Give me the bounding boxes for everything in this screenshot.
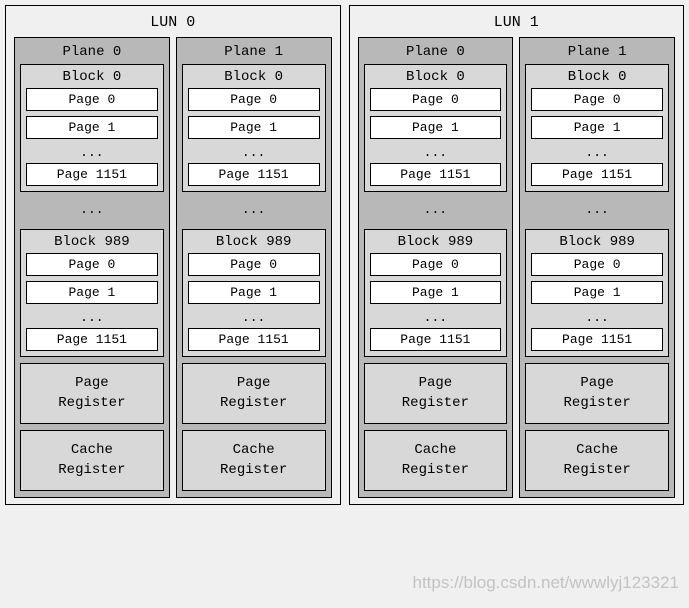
page-1: Page 1 — [26, 281, 158, 304]
block-0: Block 0 Page 0 Page 1 ... Page 1151 — [182, 64, 326, 192]
block-n: Block 989 Page 0 Page 1 ... Page 1151 — [525, 229, 669, 357]
page-1: Page 1 — [531, 281, 663, 304]
planes-row: Plane 0 Block 0 Page 0 Page 1 ... Page 1… — [14, 37, 332, 498]
plane-0: Plane 0 Block 0 Page 0 Page 1 ... Page 1… — [14, 37, 170, 498]
ellipsis: ... — [26, 144, 158, 163]
ellipsis: ... — [188, 144, 320, 163]
block-ellipsis: ... — [364, 192, 508, 229]
planes-row: Plane 0 Block 0 Page 0 Page 1 ... Page 1… — [358, 37, 676, 498]
ellipsis: ... — [26, 309, 158, 328]
page-n: Page 1151 — [370, 328, 502, 351]
block-title: Block 989 — [188, 233, 320, 253]
page-n: Page 1151 — [188, 163, 320, 186]
block-title: Block 989 — [531, 233, 663, 253]
block-title: Block 0 — [370, 68, 502, 88]
page-0: Page 0 — [188, 253, 320, 276]
block-n: Block 989 Page 0 Page 1 ... Page 1151 — [20, 229, 164, 357]
page-1: Page 1 — [188, 116, 320, 139]
block-ellipsis: ... — [20, 192, 164, 229]
page-0: Page 0 — [370, 88, 502, 111]
block-title: Block 0 — [531, 68, 663, 88]
lun-0: LUN 0 Plane 0 Block 0 Page 0 Page 1 ... … — [5, 5, 341, 505]
block-title: Block 0 — [26, 68, 158, 88]
plane-0: Plane 0 Block 0 Page 0 Page 1 ... Page 1… — [358, 37, 514, 498]
page-n: Page 1151 — [26, 328, 158, 351]
block-0: Block 0 Page 0 Page 1 ... Page 1151 — [525, 64, 669, 192]
page-register: PageRegister — [525, 363, 669, 424]
page-1: Page 1 — [370, 116, 502, 139]
plane-title: Plane 0 — [364, 42, 508, 64]
ellipsis: ... — [531, 144, 663, 163]
page-0: Page 0 — [26, 253, 158, 276]
plane-1: Plane 1 Block 0 Page 0 Page 1 ... Page 1… — [176, 37, 332, 498]
page-register: PageRegister — [182, 363, 326, 424]
block-ellipsis: ... — [182, 192, 326, 229]
lun-title: LUN 1 — [358, 12, 676, 37]
plane-title: Plane 0 — [20, 42, 164, 64]
cache-register: CacheRegister — [182, 430, 326, 491]
page-0: Page 0 — [26, 88, 158, 111]
plane-title: Plane 1 — [525, 42, 669, 64]
cache-register: CacheRegister — [20, 430, 164, 491]
block-ellipsis: ... — [525, 192, 669, 229]
block-0: Block 0 Page 0 Page 1 ... Page 1151 — [20, 64, 164, 192]
page-n: Page 1151 — [188, 328, 320, 351]
block-title: Block 0 — [188, 68, 320, 88]
plane-title: Plane 1 — [182, 42, 326, 64]
block-0: Block 0 Page 0 Page 1 ... Page 1151 — [364, 64, 508, 192]
block-n: Block 989 Page 0 Page 1 ... Page 1151 — [364, 229, 508, 357]
page-1: Page 1 — [188, 281, 320, 304]
lun-title: LUN 0 — [14, 12, 332, 37]
ellipsis: ... — [188, 309, 320, 328]
page-1: Page 1 — [370, 281, 502, 304]
lun-1: LUN 1 Plane 0 Block 0 Page 0 Page 1 ... … — [349, 5, 685, 505]
page-1: Page 1 — [26, 116, 158, 139]
ellipsis: ... — [370, 309, 502, 328]
ellipsis: ... — [531, 309, 663, 328]
page-0: Page 0 — [370, 253, 502, 276]
page-n: Page 1151 — [531, 328, 663, 351]
page-1: Page 1 — [531, 116, 663, 139]
watermark: https://blog.csdn.net/wwwlyj123321 — [413, 573, 680, 593]
ellipsis: ... — [370, 144, 502, 163]
diagram-container: LUN 0 Plane 0 Block 0 Page 0 Page 1 ... … — [5, 5, 684, 505]
cache-register: CacheRegister — [364, 430, 508, 491]
page-register: PageRegister — [364, 363, 508, 424]
block-title: Block 989 — [370, 233, 502, 253]
page-0: Page 0 — [531, 88, 663, 111]
page-register: PageRegister — [20, 363, 164, 424]
page-n: Page 1151 — [26, 163, 158, 186]
page-0: Page 0 — [531, 253, 663, 276]
page-n: Page 1151 — [531, 163, 663, 186]
page-n: Page 1151 — [370, 163, 502, 186]
block-title: Block 989 — [26, 233, 158, 253]
cache-register: CacheRegister — [525, 430, 669, 491]
page-0: Page 0 — [188, 88, 320, 111]
plane-1: Plane 1 Block 0 Page 0 Page 1 ... Page 1… — [519, 37, 675, 498]
block-n: Block 989 Page 0 Page 1 ... Page 1151 — [182, 229, 326, 357]
